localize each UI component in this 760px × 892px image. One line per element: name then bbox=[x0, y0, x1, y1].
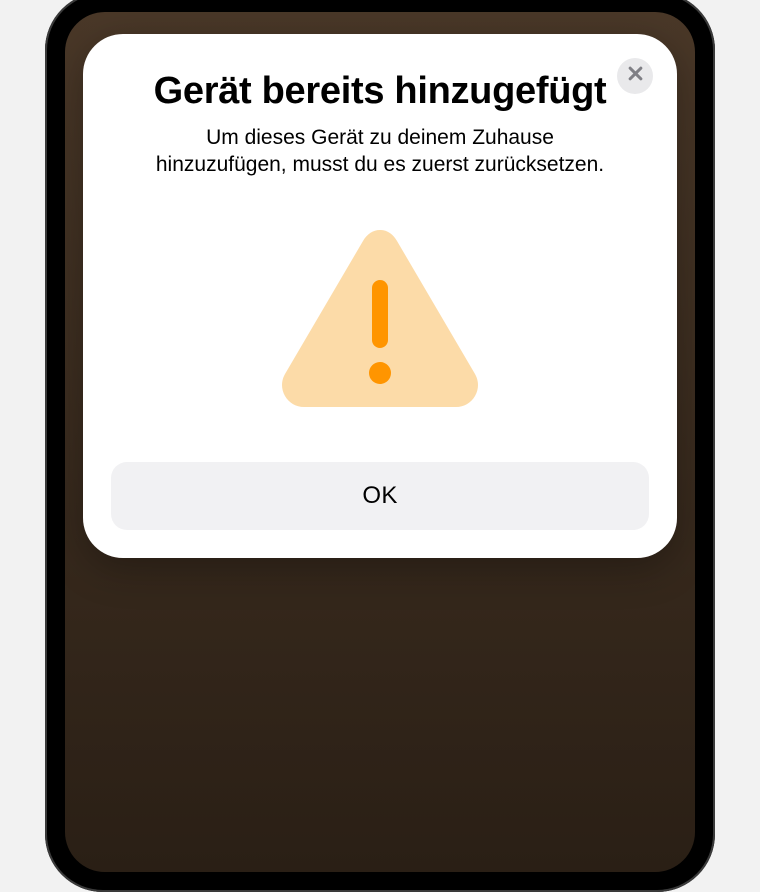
phone-frame: Gerät bereits hinzugefügt Um dieses Gerä… bbox=[45, 0, 715, 892]
warning-icon-container bbox=[111, 222, 649, 412]
alert-modal: Gerät bereits hinzugefügt Um dieses Gerä… bbox=[83, 34, 677, 558]
alert-subtitle: Um dieses Gerät zu deinem Zuhause hinzuz… bbox=[111, 124, 649, 179]
alert-title: Gerät bereits hinzugefügt bbox=[111, 70, 649, 114]
phone-bezel: Gerät bereits hinzugefügt Um dieses Gerä… bbox=[59, 6, 701, 878]
warning-triangle-icon bbox=[275, 222, 485, 412]
close-button[interactable] bbox=[617, 58, 653, 94]
ok-button[interactable]: OK bbox=[111, 462, 649, 530]
close-icon bbox=[628, 66, 643, 86]
phone-screen: Gerät bereits hinzugefügt Um dieses Gerä… bbox=[65, 12, 695, 872]
